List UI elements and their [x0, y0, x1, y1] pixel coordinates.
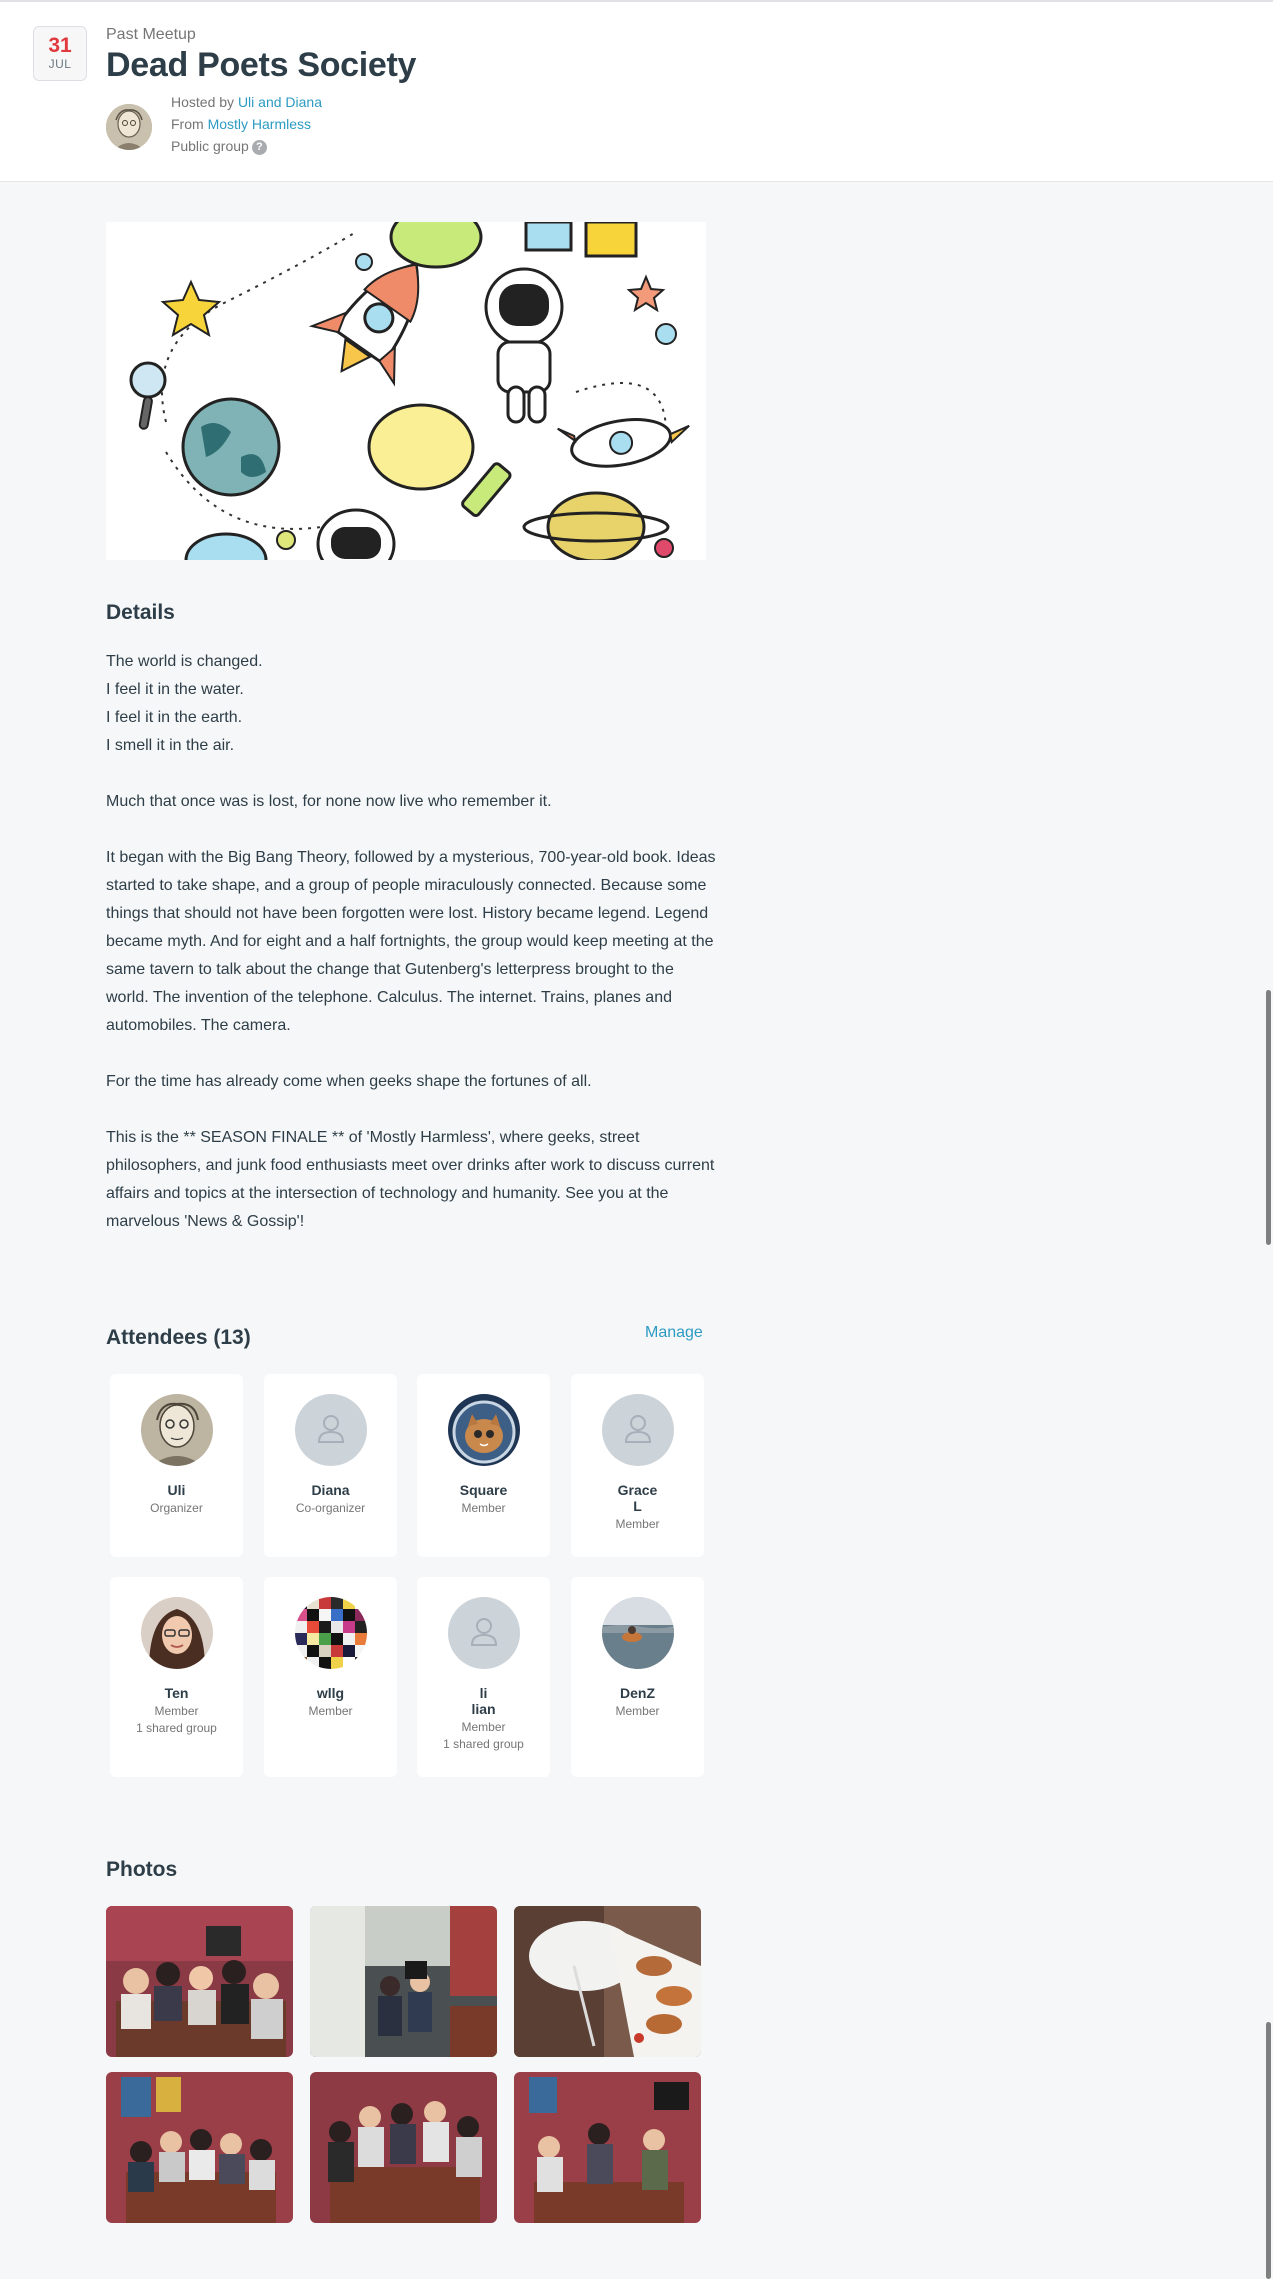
attendee-card[interactable]: Diana Co-organizer [264, 1374, 397, 1557]
attendee-name: wllg [316, 1685, 345, 1701]
attendee-extra: 1 shared group [136, 1721, 217, 1735]
manage-attendees-link[interactable]: Manage [645, 1324, 703, 1342]
attendee-name: Square [459, 1482, 508, 1498]
attendee-name: li lian [471, 1685, 496, 1717]
group-type: Public group? [171, 138, 267, 155]
avatar [140, 1597, 213, 1669]
event-photo[interactable] [310, 2072, 497, 2223]
hosted-prefix: Hosted by [171, 94, 235, 110]
attendee-card[interactable]: li lian Member 1 shared group [417, 1577, 550, 1777]
event-photo[interactable] [514, 2072, 701, 2223]
avatar-placeholder-icon [447, 1597, 520, 1669]
avatar-placeholder-icon [601, 1394, 674, 1466]
details-paragraph: It began with the Big Bang Theory, follo… [106, 849, 716, 1034]
avatar [447, 1394, 520, 1466]
hosts-link[interactable]: Uli and Diana [238, 94, 322, 110]
from-prefix: From [171, 116, 204, 132]
event-header: 31 JUL Past Meetup Dead Poets Society Ho… [0, 0, 1273, 182]
details-paragraph: The world is changed. I feel it in the w… [106, 653, 263, 754]
attendee-name: DenZ [620, 1685, 655, 1701]
attendee-role: Organizer [150, 1501, 203, 1515]
avatar-placeholder-icon [294, 1394, 367, 1466]
help-icon[interactable]: ? [251, 139, 267, 155]
date-badge: 31 JUL [33, 26, 87, 81]
attendee-name: Ten [164, 1685, 189, 1701]
hosted-by: Hosted by Uli and Diana [171, 94, 322, 110]
attendee-role: Member [308, 1704, 353, 1718]
event-photo[interactable] [106, 1906, 293, 2057]
attendee-card[interactable]: Ten Member 1 shared group [110, 1577, 243, 1777]
host-avatar[interactable] [106, 104, 152, 150]
group-from: From Mostly Harmless [171, 116, 311, 132]
attendee-role: Member [461, 1720, 506, 1734]
group-link[interactable]: Mostly Harmless [208, 116, 311, 132]
details-paragraph: For the time has already come when geeks… [106, 1073, 592, 1090]
avatar [294, 1597, 367, 1669]
date-day: 31 [48, 34, 72, 57]
attendee-role: Member [154, 1704, 199, 1718]
group-type-label: Public group [171, 138, 249, 154]
attendee-extra: 1 shared group [443, 1737, 524, 1751]
details-body: The world is changed. I feel it in the w… [106, 648, 716, 1264]
scrollbar-thumb[interactable] [1266, 2022, 1271, 2279]
attendees-heading: Attendees (13) [106, 1326, 251, 1349]
attendee-card[interactable]: DenZ Member [571, 1577, 704, 1777]
details-heading: Details [106, 601, 175, 624]
attendee-role: Member [461, 1501, 506, 1515]
details-paragraph: This is the ** SEASON FINALE ** of 'Most… [106, 1129, 715, 1230]
event-photo[interactable] [106, 2072, 293, 2223]
scrollbar-thumb[interactable] [1266, 990, 1271, 1245]
attendee-role: Member [615, 1704, 660, 1718]
attendee-role: Co-organizer [295, 1501, 366, 1515]
event-status: Past Meetup [106, 26, 196, 43]
attendee-name: Grace L [617, 1482, 658, 1514]
avatar [140, 1394, 213, 1466]
attendee-card[interactable]: Square Member [417, 1374, 550, 1557]
page-title: Dead Poets Society [106, 46, 417, 84]
details-paragraph: Much that once was is lost, for none now… [106, 793, 552, 810]
attendee-card[interactable]: wllg Member [264, 1577, 397, 1777]
event-photo[interactable] [514, 1906, 701, 2057]
avatar [601, 1597, 674, 1669]
event-hero-image [106, 222, 706, 560]
attendee-role: Member [615, 1517, 660, 1531]
attendee-card[interactable]: Uli Organizer [110, 1374, 243, 1557]
attendee-name: Diana [311, 1482, 350, 1498]
date-month: JUL [48, 57, 72, 71]
event-photo[interactable] [310, 1906, 497, 2057]
photos-heading: Photos [106, 1858, 178, 1881]
attendee-card[interactable]: Grace L Member [571, 1374, 704, 1557]
attendee-name: Uli [167, 1482, 186, 1498]
